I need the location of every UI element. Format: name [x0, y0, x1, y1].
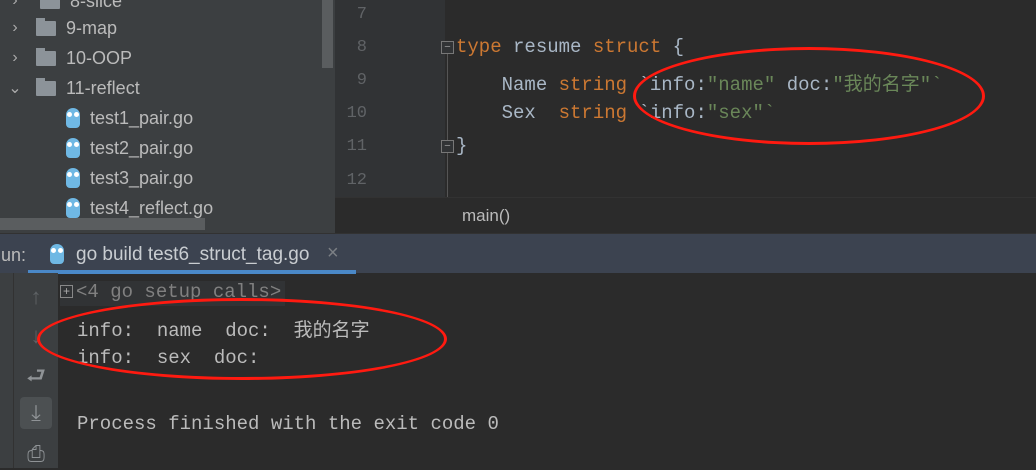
tree-folder-11-reflect[interactable]: ⌄ 11-reflect	[8, 73, 140, 103]
project-tree: › 8-slice › 9-map › 10-OOP ⌄ 11-reflect test…	[0, 0, 335, 233]
folder-icon	[36, 77, 56, 96]
run-tool-window-header: Run: go build test6_struct_tag.go ×	[0, 233, 1036, 274]
go-file-icon	[66, 138, 80, 158]
active-tab-indicator	[28, 270, 356, 274]
arrow-up-icon[interactable]: ↑	[20, 281, 52, 313]
annotation-ellipse	[37, 298, 447, 380]
folder-icon	[40, 0, 60, 9]
tree-file[interactable]: test2_pair.go	[66, 133, 193, 163]
line-number: 9	[356, 71, 367, 90]
expand-icon[interactable]: +	[60, 285, 73, 298]
code-line-8: type resume struct {	[456, 36, 685, 58]
code-line-11: }	[456, 135, 468, 157]
run-tab[interactable]: go build test6_struct_tag.go ×	[28, 234, 356, 274]
vertical-scrollbar[interactable]	[322, 0, 333, 68]
line-number: 8	[356, 38, 367, 57]
go-file-icon	[66, 108, 80, 128]
breadcrumb-item[interactable]: main()	[462, 206, 510, 226]
go-run-icon	[50, 244, 64, 264]
line-number: 7	[356, 5, 367, 24]
tree-folder-9-map[interactable]: › 9-map	[8, 13, 117, 43]
fold-icon[interactable]: −	[441, 140, 454, 153]
breadcrumb: main()	[335, 197, 1036, 233]
folder-icon	[36, 47, 56, 66]
left-toolbar	[0, 273, 14, 468]
chevron-right-icon[interactable]: ›	[8, 19, 22, 37]
tree-folder-10-oop[interactable]: › 10-OOP	[8, 43, 132, 73]
folder-icon	[36, 17, 56, 36]
line-number: 12	[346, 171, 367, 190]
close-icon[interactable]: ×	[327, 242, 339, 265]
chevron-right-icon[interactable]: ›	[8, 49, 22, 67]
annotation-ellipse	[633, 47, 985, 145]
soft-wrap-icon[interactable]: ⮐	[20, 360, 52, 392]
chevron-right-icon[interactable]: ›	[8, 0, 22, 10]
fold-guide	[447, 48, 448, 198]
tree-file[interactable]: test1_pair.go	[66, 103, 193, 133]
go-file-icon	[66, 168, 80, 188]
horizontal-scrollbar[interactable]	[0, 218, 205, 230]
editor-gutter	[335, 0, 445, 197]
scroll-to-end-icon[interactable]: ⤓	[20, 397, 52, 429]
tree-file[interactable]: test3_pair.go	[66, 163, 193, 193]
console-exit-line: Process finished with the exit code 0	[77, 413, 499, 435]
run-label: Run:	[0, 245, 27, 265]
go-file-icon	[66, 198, 80, 218]
line-number: 10	[346, 104, 367, 123]
print-icon[interactable]: ⎙	[20, 438, 52, 470]
chevron-down-icon[interactable]: ⌄	[8, 78, 22, 98]
fold-icon[interactable]: −	[441, 41, 454, 54]
line-number: 11	[346, 137, 367, 156]
